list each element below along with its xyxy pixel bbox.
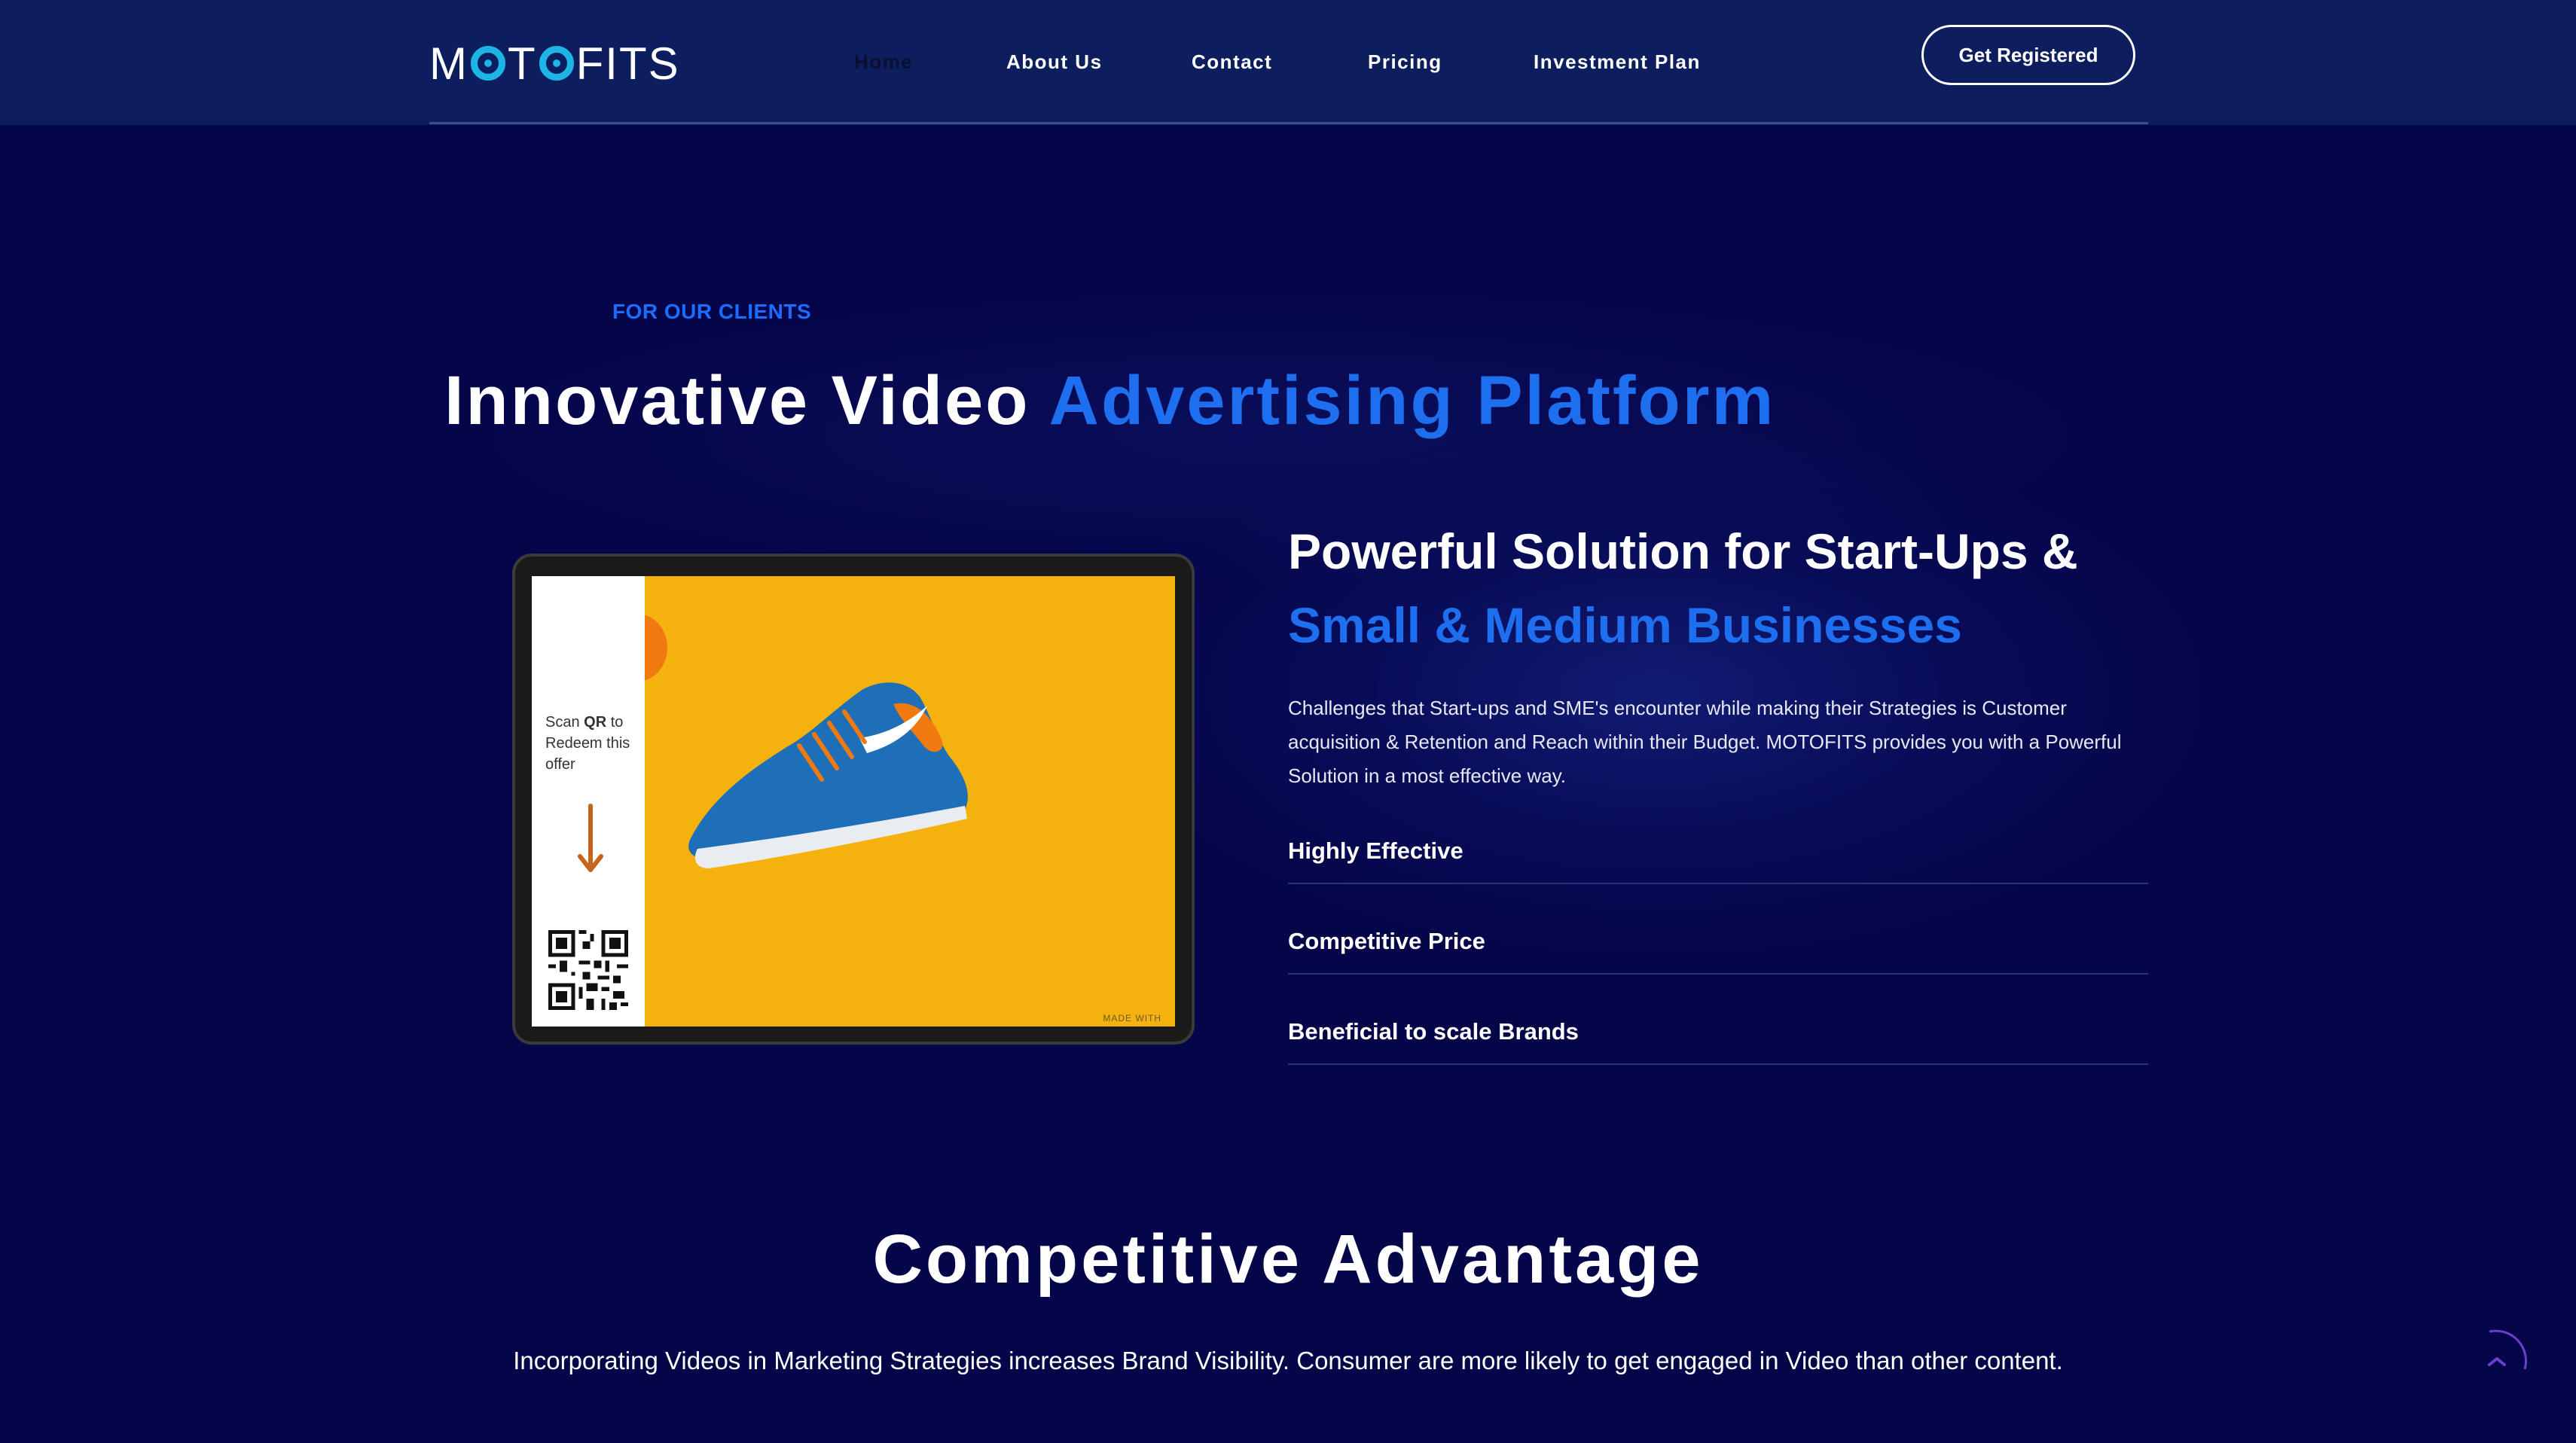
section-eyebrow: FOR OUR CLIENTS — [612, 300, 812, 323]
nav-about-us[interactable]: About Us — [1006, 50, 1103, 74]
feature-item: Competitive Price — [1288, 928, 2148, 975]
tablet-screen: Scan QR to Redeem this offer MADE WITH — [532, 576, 1175, 1027]
solution-title: Powerful Solution for Start-Ups & Small &… — [1288, 514, 2078, 662]
shoe-image — [688, 682, 968, 868]
nav-investment-plan[interactable]: Investment Plan — [1534, 50, 1701, 74]
logo-letter-m: M — [429, 38, 469, 89]
nav-pricing[interactable]: Pricing — [1368, 50, 1442, 74]
feature-item: Highly Effective — [1288, 837, 2148, 884]
scan-text-bold: QR — [584, 714, 607, 731]
scan-text-part: Scan — [545, 714, 584, 731]
logo-o-icon — [470, 46, 505, 81]
nav-home[interactable]: Home — [854, 50, 913, 74]
advantage-title: Competitive Advantage — [872, 1221, 1704, 1298]
hero-title-plain: Innovative Video — [444, 362, 1049, 439]
solution-description: Challenges that Start-ups and SME's enco… — [1288, 697, 2122, 787]
logo-letters-fits: FITS — [575, 38, 680, 89]
tablet-mockup: Scan QR to Redeem this offer MADE WITH — [512, 554, 1195, 1045]
motofits-logo[interactable]: M T FITS — [429, 35, 680, 92]
hero-title-accent: Advertising Platform — [1048, 362, 1776, 439]
scan-qr-text: Scan QR to Redeem this offer — [545, 712, 642, 775]
nav-contact[interactable]: Contact — [1192, 50, 1272, 74]
qr-code-icon — [548, 930, 628, 1010]
scroll-top-icon[interactable] — [2463, 1326, 2531, 1393]
solution-title-line1: Powerful Solution for Start-Ups & — [1288, 523, 2078, 579]
logo-letter-t: T — [507, 38, 537, 89]
hero-title: Innovative Video Advertising Platform — [444, 362, 1775, 441]
site-header: M T FITS Home About Us Contact Pricing I… — [0, 0, 2576, 125]
header-divider — [429, 122, 2148, 124]
solution-title-accent: Small & Medium Businesses — [1288, 597, 1962, 653]
feature-item: Beneficial to scale Brands — [1288, 1018, 2148, 1065]
logo-o-icon — [539, 46, 574, 81]
advantage-description: Incorporating Videos in Marketing Strate… — [513, 1347, 2063, 1374]
made-with-watermark: MADE WITH — [1103, 1013, 1161, 1024]
get-registered-button[interactable]: Get Registered — [1921, 25, 2135, 85]
arrow-down-icon — [578, 804, 603, 872]
